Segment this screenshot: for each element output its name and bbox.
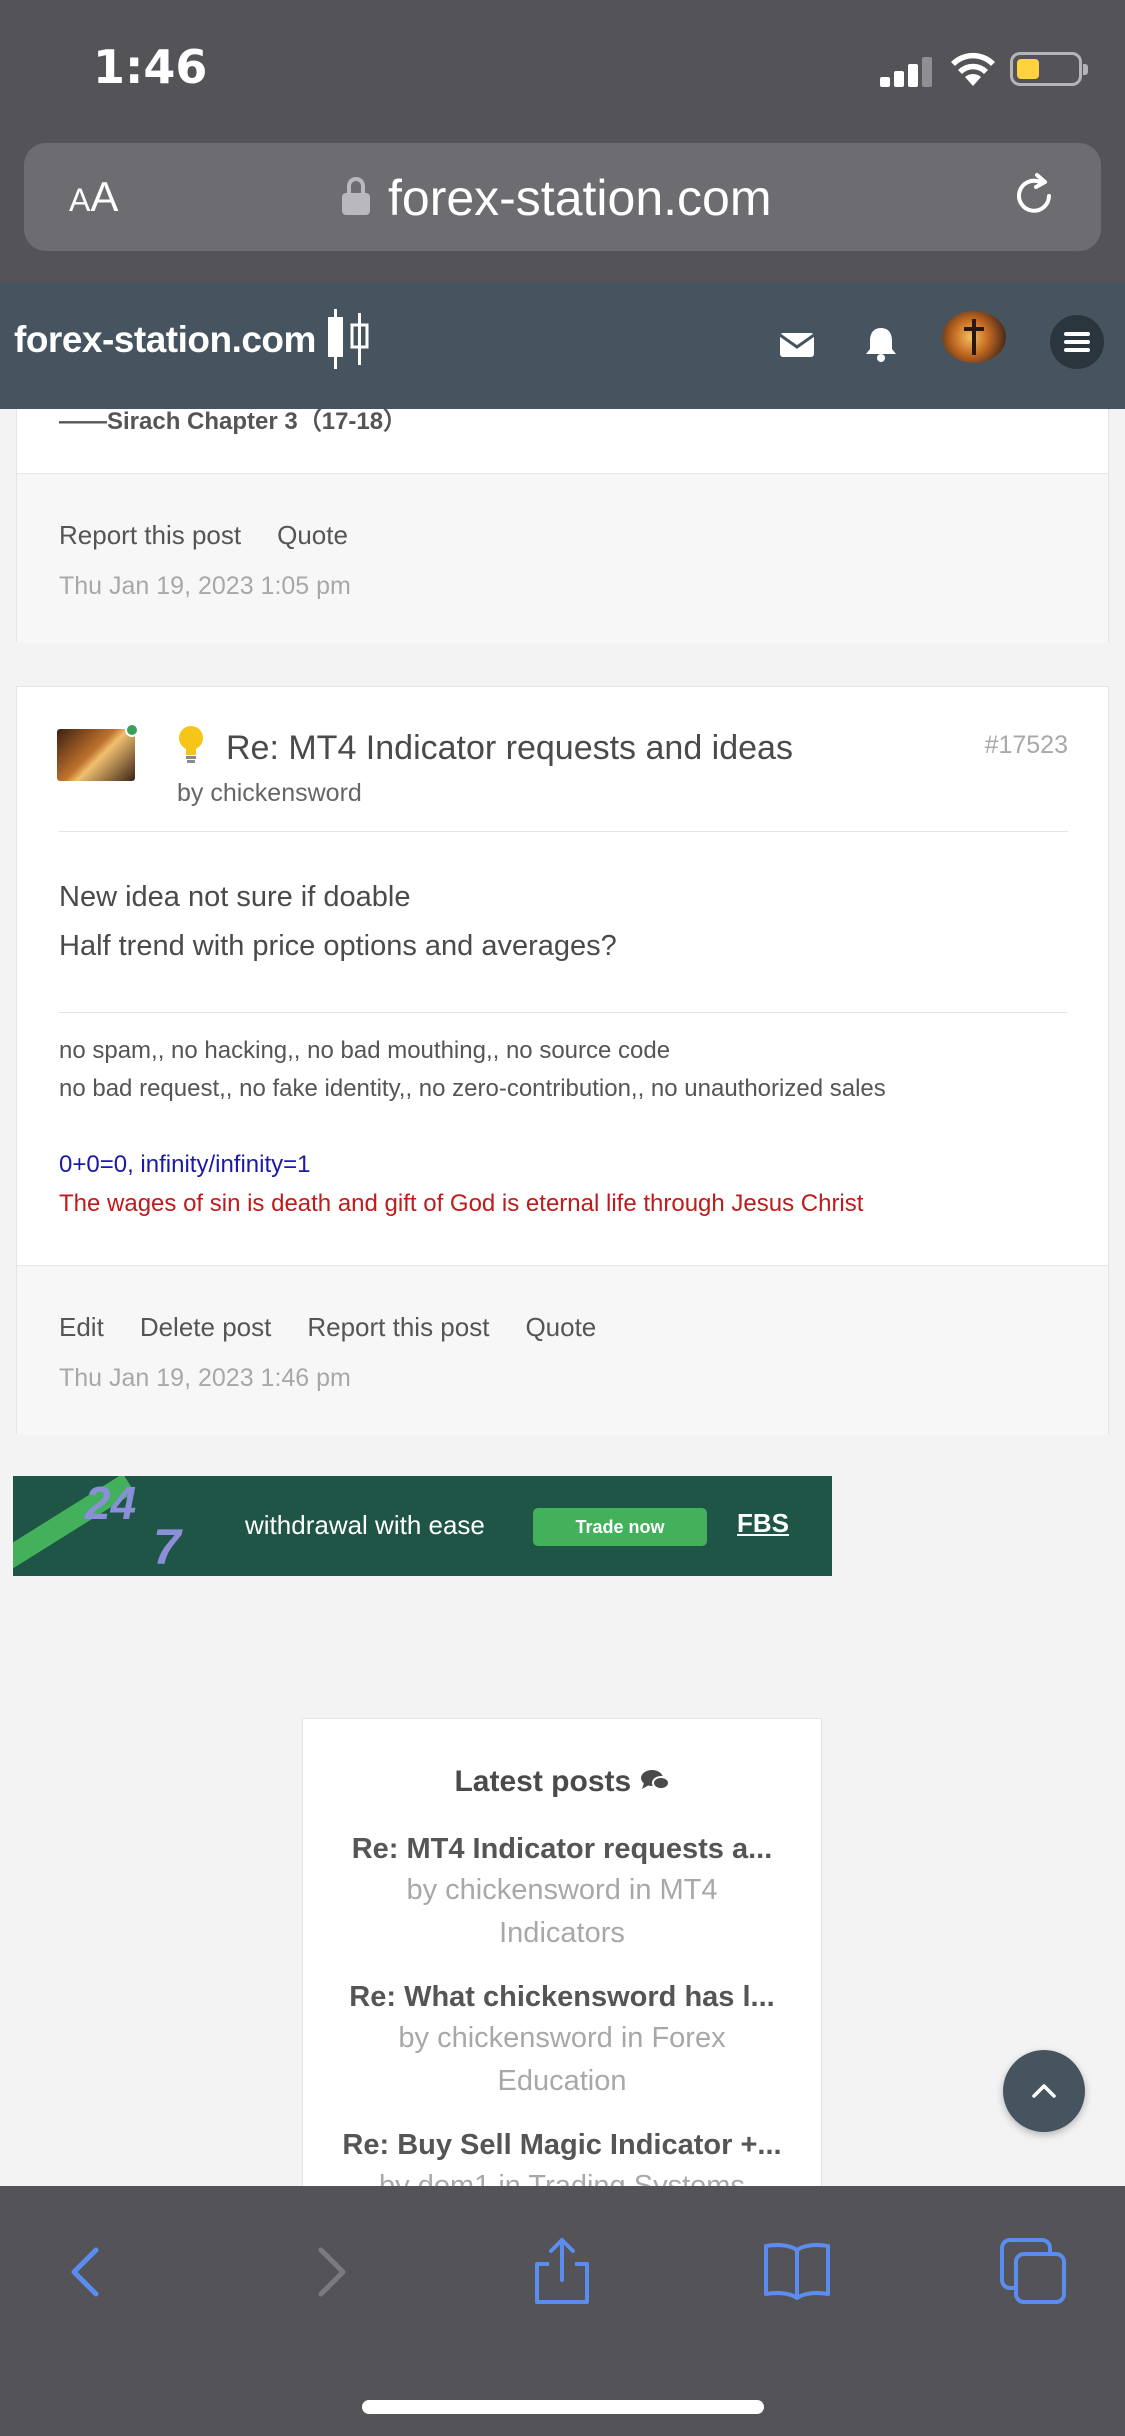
signature-line: no spam,, no hacking,, no bad mouthing,,…	[59, 1037, 671, 1064]
forward-icon	[318, 2247, 346, 2297]
post-date: Thu Jan 19, 2023 1:46 pm	[59, 1364, 351, 1392]
latest-post-item[interactable]: Re: What chickensword has l... by chicke…	[303, 1977, 821, 2103]
signature-divider	[59, 1012, 1068, 1013]
menu-icon[interactable]	[1050, 315, 1104, 369]
back-icon[interactable]	[52, 2236, 122, 2306]
envelope-icon[interactable]	[772, 319, 822, 369]
latest-posts-widget: Latest posts Re: MT4 Indicator requests …	[302, 1718, 822, 2188]
post-number[interactable]: #17523	[985, 731, 1068, 760]
bookmarks-icon[interactable]	[762, 2236, 832, 2306]
lightbulb-icon	[179, 726, 203, 763]
wifi-icon	[951, 52, 995, 86]
signature-red-line: The wages of sin is death and gift of Go…	[59, 1190, 864, 1217]
signature-line: no bad request,, no fake identity,, no z…	[59, 1075, 886, 1102]
site-logo[interactable]: forex-station.com	[14, 319, 316, 361]
user-avatar[interactable]	[942, 311, 1006, 363]
post-footer: Edit Delete post Report this post Quote Thu…	[17, 1265, 1108, 1435]
report-post-link[interactable]: Report this post	[307, 1312, 489, 1342]
edit-link[interactable]: Edit	[59, 1312, 104, 1342]
url-text[interactable]: forex-station.com	[388, 169, 771, 227]
post-actions: Edit Delete post Report this post Quote	[59, 1312, 632, 1343]
report-post-link[interactable]: Report this post	[59, 520, 241, 550]
share-icon[interactable]	[527, 2236, 597, 2306]
latest-post-title[interactable]: Re: MT4 Indicator requests a...	[303, 1829, 821, 1869]
tabs-icon[interactable]	[998, 2236, 1068, 2306]
chevron-up-icon	[1032, 2084, 1056, 2098]
delete-post-link[interactable]: Delete post	[140, 1312, 272, 1342]
post-date: Thu Jan 19, 2023 1:05 pm	[59, 572, 351, 600]
quote-link[interactable]: Quote	[525, 1312, 596, 1342]
latest-post-item[interactable]: Re: MT4 Indicator requests a... by chick…	[303, 1829, 821, 1955]
candlestick-logo-icon	[328, 309, 369, 369]
comments-icon	[640, 1770, 670, 1790]
post-actions: Report this post Quote	[59, 520, 384, 551]
latest-post-title[interactable]: Re: What chickensword has l...	[303, 1977, 821, 2017]
scroll-to-top-button[interactable]	[1003, 2050, 1085, 2132]
ad-banner[interactable]: 24 7 withdrawal with ease Trade now FBS	[13, 1476, 832, 1576]
quote-link[interactable]: Quote	[277, 520, 348, 550]
cellular-signal-icon	[880, 55, 934, 87]
latest-posts-title: Latest posts	[303, 1765, 821, 1799]
reader-aa-button[interactable]: AA	[69, 173, 118, 221]
site-header: forex-station.com	[0, 283, 1125, 409]
post-author[interactable]: by chickensword	[177, 779, 362, 808]
address-bar[interactable]: AA forex-station.com	[24, 143, 1101, 251]
ad-number-7: 7	[153, 1519, 181, 1575]
reload-icon[interactable]	[1009, 171, 1059, 221]
ad-brand: FBS	[737, 1508, 789, 1538]
home-indicator	[362, 2400, 764, 2414]
online-status-dot	[125, 723, 139, 737]
latest-post-title[interactable]: Re: Buy Sell Magic Indicator +...	[303, 2125, 821, 2165]
ad-number-24: 24	[85, 1477, 137, 1529]
safari-toolbar	[0, 2186, 1125, 2436]
post-footer: Report this post Quote Thu Jan 19, 2023 1…	[17, 473, 1108, 643]
post-title[interactable]: Re: MT4 Indicator requests and ideas	[226, 729, 793, 768]
lock-icon	[342, 177, 370, 215]
latest-post-meta: by chickensword in Forex Education	[398, 2022, 726, 2097]
post-body-line: Half trend with price options and averag…	[59, 930, 617, 962]
ios-status-and-url-area: 1:46 AA forex-station.com	[0, 0, 1125, 283]
forum-post: Re: MT4 Indicator requests and ideas by …	[16, 686, 1109, 1435]
latest-post-meta: by dom1 in Trading Systems	[379, 2170, 745, 2188]
latest-post-meta: by chickensword in MT4 Indicators	[406, 1874, 718, 1949]
latest-post-item[interactable]: Re: Buy Sell Magic Indicator +... by dom…	[303, 2125, 821, 2188]
post-author-avatar[interactable]	[57, 729, 135, 781]
status-time: 1:46	[93, 40, 208, 94]
signature-blue-line: 0+0=0, infinity/infinity=1	[59, 1151, 311, 1178]
ad-text: withdrawal with ease	[245, 1510, 485, 1540]
bell-icon[interactable]	[856, 319, 906, 369]
trade-now-button[interactable]: Trade now	[533, 1508, 707, 1546]
divider	[59, 831, 1068, 832]
post-body-line: New idea not sure if doable	[59, 881, 411, 913]
battery-icon	[1010, 52, 1088, 86]
